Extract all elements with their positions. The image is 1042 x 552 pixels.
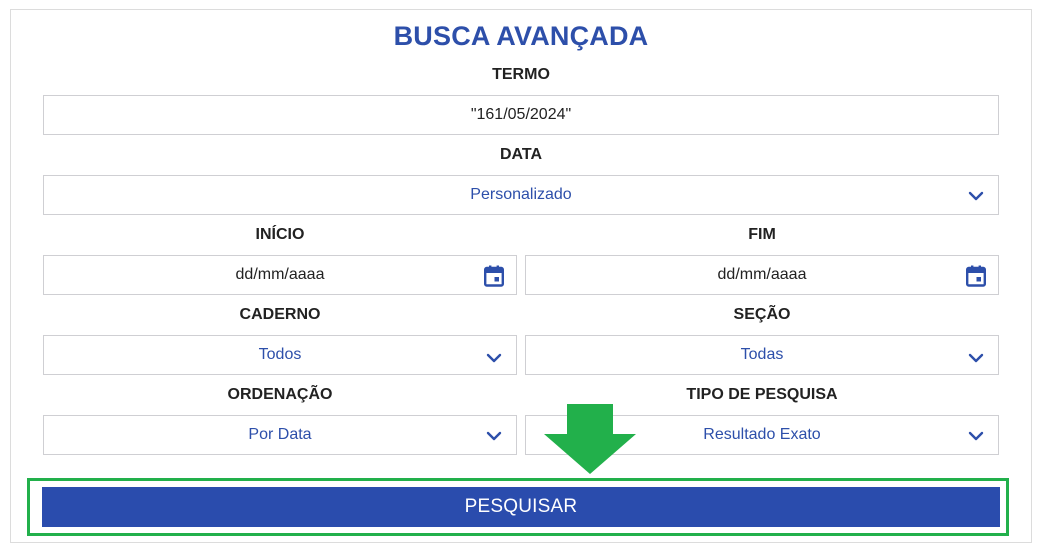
- data-select[interactable]: Personalizado: [43, 175, 999, 215]
- ordenacao-select[interactable]: Por Data: [43, 415, 517, 455]
- secao-selected-value: Todas: [740, 346, 784, 363]
- chevron-down-icon: [968, 353, 984, 363]
- data-label: DATA: [499, 146, 543, 163]
- termo-value: "161/05/2024": [470, 106, 572, 123]
- tipo-pesquisa-label: TIPO DE PESQUISA: [686, 386, 838, 403]
- calendar-icon[interactable]: [484, 265, 504, 287]
- inicio-label: INÍCIO: [255, 226, 305, 243]
- chevron-down-icon: [486, 353, 502, 363]
- chevron-down-icon: [486, 431, 502, 441]
- termo-label: TERMO: [492, 66, 550, 83]
- fim-label: FIM: [748, 226, 776, 243]
- chevron-down-icon: [968, 191, 984, 201]
- caderno-label: CADERNO: [239, 306, 321, 323]
- calendar-icon[interactable]: [966, 265, 986, 287]
- tipo-pesquisa-selected-value: Resultado Exato: [703, 426, 821, 443]
- fim-placeholder: dd/mm/aaaa: [717, 266, 807, 283]
- secao-select[interactable]: Todas: [525, 335, 999, 375]
- inicio-placeholder: dd/mm/aaaa: [235, 266, 325, 283]
- secao-label: SEÇÃO: [733, 306, 791, 323]
- fim-date-input[interactable]: dd/mm/aaaa: [525, 255, 999, 295]
- search-button[interactable]: PESQUISAR: [42, 487, 1000, 527]
- chevron-down-icon: [968, 431, 984, 441]
- down-arrow-icon: [544, 404, 636, 474]
- ordenacao-label: ORDENAÇÃO: [227, 386, 333, 403]
- caderno-selected-value: Todos: [258, 346, 302, 363]
- caderno-select[interactable]: Todos: [43, 335, 517, 375]
- data-selected-value: Personalizado: [470, 186, 572, 203]
- page-title: BUSCA AVANÇADA: [393, 21, 649, 51]
- inicio-date-input[interactable]: dd/mm/aaaa: [43, 255, 517, 295]
- termo-input[interactable]: "161/05/2024": [43, 95, 999, 135]
- ordenacao-selected-value: Por Data: [248, 426, 312, 443]
